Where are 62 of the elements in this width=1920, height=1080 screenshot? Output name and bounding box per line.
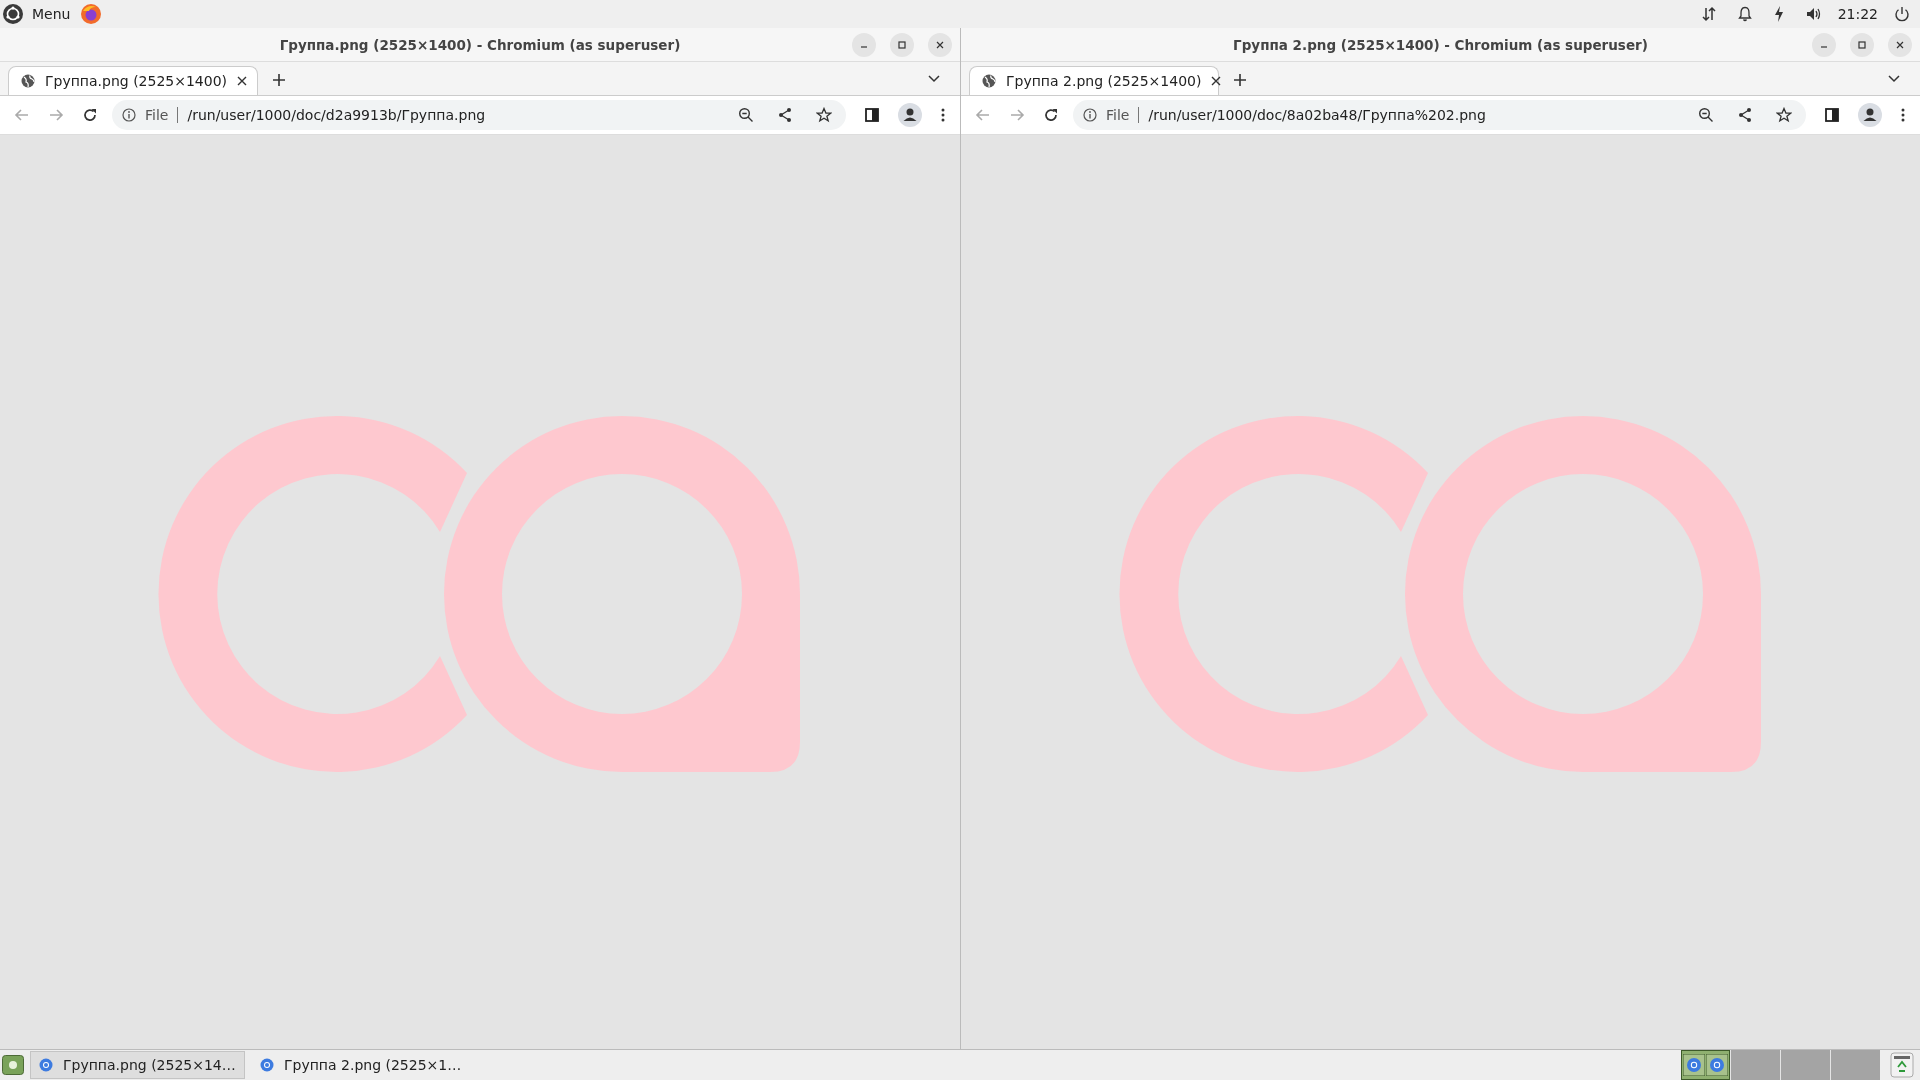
star-icon[interactable] <box>1776 107 1792 123</box>
new-tab-icon[interactable] <box>1233 73 1247 87</box>
maximize-icon <box>1857 40 1867 50</box>
close-button[interactable] <box>1888 33 1912 57</box>
close-button[interactable] <box>928 33 952 57</box>
bell-icon[interactable] <box>1737 6 1752 22</box>
lightning-icon[interactable] <box>1773 6 1784 22</box>
info-icon[interactable] <box>1083 108 1097 122</box>
tab-close-icon[interactable] <box>237 76 248 86</box>
window-title: Группа 2.png (2525×1400) - Chromium (as superuser) <box>1233 36 1648 53</box>
taskbar-window-button[interactable]: Группа.png (2525×14… <box>30 1051 245 1079</box>
window-title: Группа.png (2525×1400) - Chromium (as superuser) <box>279 36 681 53</box>
network-icon[interactable] <box>1701 6 1716 22</box>
show-desktop-icon[interactable] <box>2 1055 24 1075</box>
profile-icon[interactable] <box>898 103 922 127</box>
reload-icon[interactable] <box>1043 107 1059 123</box>
profile-icon[interactable] <box>1858 103 1882 127</box>
close-icon <box>935 40 945 50</box>
address-bar[interactable]: File /run/user/1000/doc/8a02ba48/Группа%202.png <box>1073 100 1806 130</box>
browser-window-icon <box>1706 1054 1728 1076</box>
browser-tab[interactable]: Группа 2.png (2525×1400) <box>969 66 1219 95</box>
url-scheme: File <box>1106 107 1130 123</box>
side-panel-icon[interactable] <box>1824 107 1840 123</box>
globe-icon <box>982 74 996 88</box>
trash-icon[interactable] <box>1890 1052 1914 1078</box>
browser-window-icon <box>1683 1054 1705 1076</box>
menu-logo-icon[interactable] <box>2 3 24 25</box>
share-icon[interactable] <box>1737 107 1753 123</box>
browser-icon <box>39 1058 53 1072</box>
url-text: /run/user/1000/doc/8a02ba48/Группа%202.png <box>1148 107 1486 123</box>
kebab-menu-icon[interactable] <box>940 107 946 123</box>
side-panel-icon[interactable] <box>864 107 880 123</box>
share-icon[interactable] <box>777 107 793 123</box>
info-icon[interactable] <box>122 108 136 122</box>
browser-tab[interactable]: Группа.png (2525×1400) <box>8 66 258 95</box>
menu-label[interactable]: Menu <box>32 6 71 22</box>
address-bar[interactable]: File /run/user/1000/doc/d2a9913b/Группа.png <box>112 100 846 130</box>
tab-title: Группа.png (2525×1400) <box>45 73 228 89</box>
chevron-down-icon[interactable] <box>928 75 940 83</box>
tab-title: Группа 2.png (2525×1400) <box>1006 73 1202 89</box>
zoom-out-icon[interactable] <box>1698 107 1714 123</box>
url-text: /run/user/1000/doc/d2a9913b/Группа.png <box>187 107 486 123</box>
taskbar-window-button[interactable]: Группа 2.png (2525×1… <box>251 1051 466 1079</box>
workspace-thumbnail[interactable] <box>1681 1050 1730 1080</box>
kebab-menu-icon[interactable] <box>1900 107 1906 123</box>
maximize-button[interactable] <box>1850 33 1874 57</box>
chevron-down-icon[interactable] <box>1888 75 1900 83</box>
new-tab-icon[interactable] <box>272 73 286 87</box>
tab-close-icon[interactable] <box>1211 76 1222 86</box>
url-scheme: File <box>145 107 169 123</box>
volume-icon[interactable] <box>1805 6 1822 22</box>
browser-launcher-icon[interactable] <box>80 3 103 25</box>
maximize-button[interactable] <box>890 33 914 57</box>
close-icon <box>1895 40 1905 50</box>
power-icon[interactable] <box>1894 6 1910 22</box>
reload-icon[interactable] <box>82 107 98 123</box>
star-icon[interactable] <box>816 107 832 123</box>
zoom-out-icon[interactable] <box>738 107 754 123</box>
browser-icon <box>260 1058 274 1072</box>
clock[interactable]: 21:22 <box>1837 6 1878 22</box>
maximize-icon <box>897 40 907 50</box>
globe-icon <box>21 74 35 88</box>
